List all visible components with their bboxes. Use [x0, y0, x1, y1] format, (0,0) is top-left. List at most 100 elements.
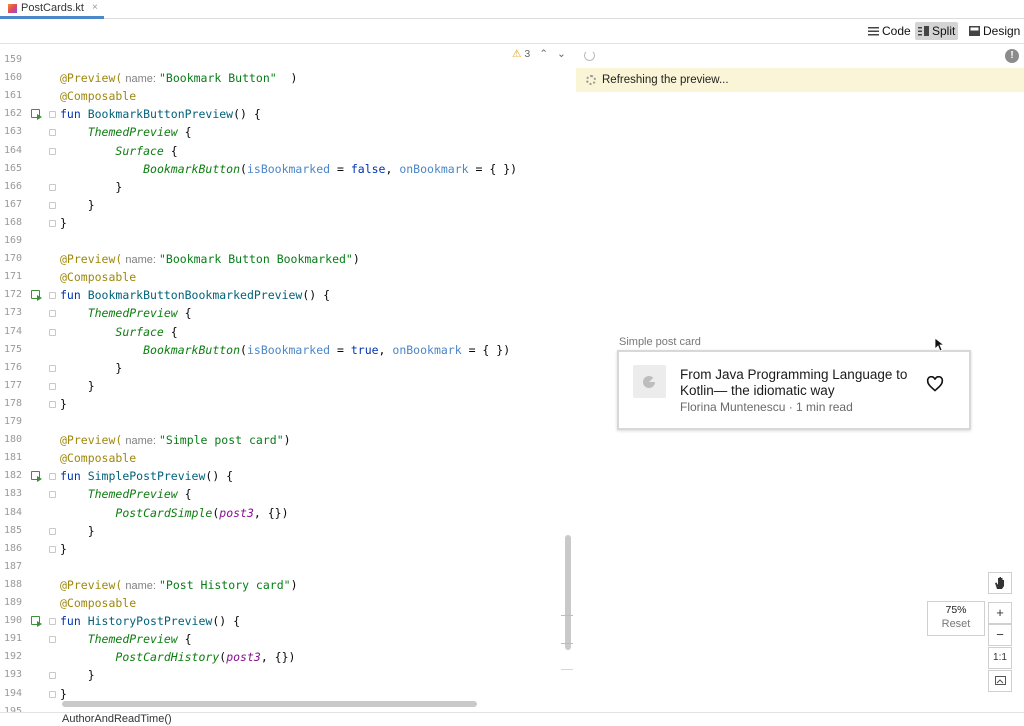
run-preview-icon[interactable] — [31, 616, 42, 628]
zoom-in-button[interactable]: + — [988, 602, 1012, 624]
fold-marker-icon[interactable] — [49, 219, 56, 227]
code-token: fun — [60, 288, 88, 303]
code-token: } — [60, 360, 123, 375]
hand-icon — [995, 577, 1004, 589]
code-token: post3 — [226, 650, 261, 665]
previous-highlight-icon[interactable]: ⌃ — [539, 48, 548, 60]
code-token: @Composable — [60, 451, 137, 466]
fold-marker-icon[interactable] — [49, 618, 56, 626]
code-token: @Preview( — [60, 433, 123, 448]
fold-marker-icon[interactable] — [49, 201, 56, 209]
fold-marker-icon[interactable] — [49, 672, 56, 680]
code-token: BookmarkButton — [143, 342, 241, 357]
line-number: 165 — [4, 162, 23, 174]
fold-marker-icon[interactable] — [49, 545, 56, 553]
code-token: } — [60, 668, 95, 683]
code-token: ( — [240, 342, 247, 357]
code-token: @Preview( — [60, 577, 123, 592]
next-highlight-icon[interactable]: ⌄ — [557, 48, 566, 60]
fold-marker-icon[interactable] — [49, 400, 56, 408]
zoom-level: 75% — [945, 604, 967, 616]
code-editor[interactable]: @Preview( name: "Bookmark Button" ) @Comp… — [56, 44, 576, 712]
scroll-marker — [561, 669, 573, 670]
fold-marker-icon[interactable] — [49, 636, 56, 644]
inspection-widget[interactable]: ⚠ 3 ⌃ ⌄ — [512, 48, 566, 60]
fold-marker-icon[interactable] — [49, 147, 56, 155]
line-number: 174 — [4, 325, 23, 337]
fold-marker-icon[interactable] — [49, 690, 56, 698]
fold-marker-icon[interactable] — [49, 527, 56, 535]
code-mode-label: Code — [882, 24, 911, 38]
fold-marker-icon[interactable] — [49, 364, 56, 372]
code-line: } — [60, 198, 95, 212]
code-token: { — [177, 632, 192, 647]
code-token: false — [350, 161, 386, 176]
code-line: @Composable — [60, 89, 136, 103]
fold-marker-icon[interactable] — [49, 382, 56, 390]
code-line: @Preview( name: "Post History card") — [60, 578, 298, 592]
zoom-out-button[interactable]: − — [988, 624, 1012, 646]
run-preview-icon[interactable] — [31, 290, 42, 302]
line-number: 175 — [4, 343, 23, 355]
close-tab-icon[interactable]: × — [92, 0, 98, 16]
code-token: ThemedPreview — [87, 632, 178, 647]
fold-marker-icon[interactable] — [49, 328, 56, 336]
code-line: @Preview( name: "Bookmark Button" ) — [60, 71, 297, 85]
pan-hand-button[interactable] — [988, 572, 1012, 594]
line-number: 166 — [4, 180, 23, 192]
breadcrumb-bar[interactable]: AuthorAndReadTime() — [0, 712, 1024, 726]
code-line: BookmarkButton(isBookmarked = true, onBo… — [60, 343, 510, 357]
line-number: 182 — [4, 470, 23, 482]
code-token: { — [163, 324, 178, 339]
fold-marker-icon[interactable] — [49, 473, 56, 481]
run-preview-icon[interactable] — [31, 471, 42, 483]
code-token: @Preview( — [60, 252, 123, 267]
line-number: 177 — [4, 379, 23, 391]
run-preview-icon[interactable] — [31, 109, 42, 121]
line-number: 164 — [4, 144, 23, 156]
kotlin-file-icon — [8, 3, 17, 13]
fold-marker-icon[interactable] — [49, 491, 56, 499]
fold-marker-icon[interactable] — [49, 183, 56, 191]
code-line: @Preview( name: "Simple post card") — [60, 433, 291, 447]
split-mode-button[interactable]: Split — [915, 22, 959, 40]
image-placeholder-icon — [643, 376, 655, 388]
refresh-icon[interactable] — [584, 50, 595, 61]
fit-screen-icon — [994, 676, 1006, 685]
fold-marker-icon[interactable] — [49, 310, 56, 318]
fold-marker-icon[interactable] — [49, 129, 56, 137]
code-token: onBookmark — [399, 161, 469, 176]
fold-marker-icon[interactable] — [49, 111, 56, 119]
issues-icon[interactable]: ! — [1005, 49, 1019, 63]
line-number: 194 — [4, 687, 23, 699]
code-token: () { — [205, 469, 234, 484]
editor-horizontal-scrollbar[interactable] — [62, 701, 477, 707]
editor-vertical-scrollbar[interactable] — [565, 535, 571, 650]
design-mode-button[interactable]: Design — [966, 22, 1023, 40]
code-token: true — [350, 342, 379, 357]
split-mode-label: Split — [932, 24, 956, 38]
code-mode-button[interactable]: Code — [865, 22, 914, 40]
editor-tab[interactable]: PostCards.kt × — [0, 0, 104, 19]
zoom-actual-size-button[interactable]: 1:1 — [988, 647, 1012, 669]
fold-marker-icon[interactable] — [49, 292, 56, 300]
bookmark-heart-icon[interactable] — [926, 376, 944, 392]
code-token: name: — [122, 73, 159, 86]
scroll-marker — [561, 643, 573, 644]
code-token: onBookmark — [392, 342, 462, 357]
code-token: name: — [122, 579, 159, 592]
code-token: BookmarkButtonPreview — [87, 107, 234, 122]
zoom-level-popup[interactable]: 75% Reset — [927, 601, 985, 636]
line-number: 159 — [4, 54, 23, 65]
code-line: Surface { — [60, 144, 177, 158]
zoom-to-fit-button[interactable] — [988, 670, 1012, 692]
code-token: () { — [302, 288, 331, 303]
line-number: 181 — [4, 452, 23, 464]
code-token: , — [385, 161, 400, 176]
code-token: { — [177, 487, 192, 502]
code-token: BookmarkButtonBookmarkedPreview — [87, 288, 303, 303]
zoom-reset-link[interactable]: Reset — [928, 618, 984, 630]
